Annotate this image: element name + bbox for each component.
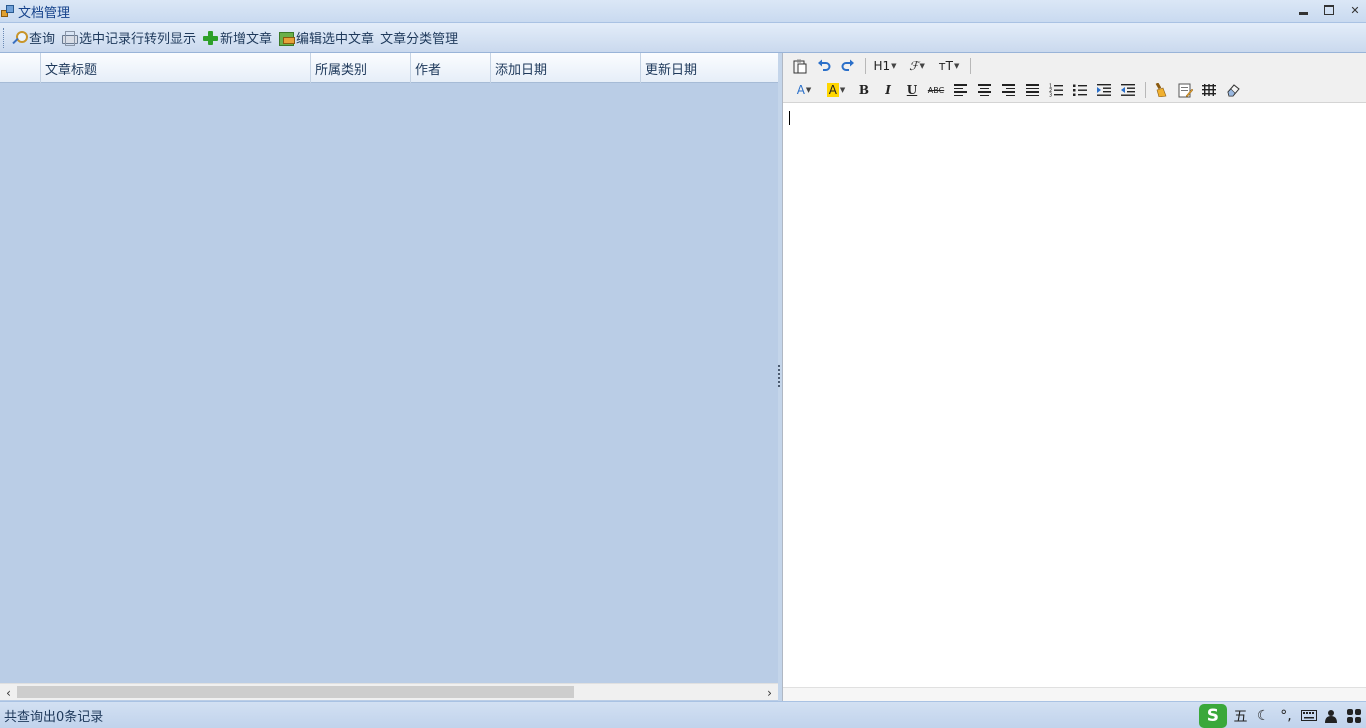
- editor-content-area[interactable]: [783, 103, 1366, 687]
- edit-selected-button[interactable]: 编辑选中文章: [276, 26, 378, 50]
- table-icon[interactable]: [1198, 79, 1220, 101]
- edit-icon: [278, 30, 296, 46]
- punctuation-icon[interactable]: °,: [1275, 705, 1297, 727]
- printer-icon: [61, 30, 79, 46]
- sogou-logo-icon[interactable]: S: [1199, 703, 1227, 728]
- new-article-label: 新增文章: [220, 32, 273, 47]
- column-header-category[interactable]: 所属类别: [311, 53, 411, 83]
- text-caret: [789, 111, 790, 125]
- edit-selected-label: 编辑选中文章: [296, 32, 375, 47]
- strikethrough-button[interactable]: ABC: [925, 79, 947, 101]
- bold-button[interactable]: B: [853, 79, 875, 101]
- underline-button[interactable]: U: [901, 79, 923, 101]
- half-width-moon-icon[interactable]: ☾: [1252, 705, 1274, 727]
- column-header-updated-date[interactable]: 更新日期: [641, 53, 778, 83]
- plus-icon: [202, 30, 219, 46]
- editor-bottom-bar: [783, 687, 1366, 701]
- heading-label: H1: [873, 59, 891, 73]
- toolbar-separator: [865, 58, 866, 74]
- outdent-icon[interactable]: [1117, 79, 1139, 101]
- soft-keyboard-icon[interactable]: [1298, 705, 1320, 727]
- html-source-icon[interactable]: [1174, 79, 1196, 101]
- unordered-list-icon[interactable]: [1069, 79, 1091, 101]
- horizontal-scrollbar[interactable]: ‹ ›: [0, 683, 778, 700]
- main-toolbar: 查询 选中记录行转列显示 新增文章 编辑选中文章 文章分类管理: [0, 22, 1366, 53]
- underline-icon: U: [906, 83, 918, 97]
- eraser-icon[interactable]: [1222, 79, 1244, 101]
- svg-text:3: 3: [1049, 93, 1052, 98]
- query-button[interactable]: 查询: [9, 26, 59, 50]
- font-color-dropdown[interactable]: A ▼: [789, 79, 819, 101]
- close-button[interactable]: ✕: [1346, 2, 1364, 18]
- align-left-icon[interactable]: [949, 79, 971, 101]
- toolbar-separator: [970, 58, 971, 74]
- align-center-icon[interactable]: [973, 79, 995, 101]
- rich-text-editor: H1 ▼ ℱ ▼ ᴛT ▼ A ▼ A ▼ B I U ABC 123: [782, 53, 1366, 701]
- column-header-added-date[interactable]: 添加日期: [491, 53, 641, 83]
- italic-icon: I: [885, 83, 891, 97]
- scroll-left-icon[interactable]: ‹: [0, 684, 17, 701]
- bold-icon: B: [858, 83, 870, 97]
- toolbox-grid-icon[interactable]: [1343, 705, 1365, 727]
- category-manage-button[interactable]: 文章分类管理: [378, 26, 462, 50]
- ordered-list-icon[interactable]: 123: [1045, 79, 1067, 101]
- font-size-label: ᴛT: [938, 59, 953, 73]
- ime-mode-label[interactable]: 五: [1230, 705, 1252, 727]
- strikethrough-icon: ABC: [927, 85, 945, 95]
- column-header-author[interactable]: 作者: [411, 53, 491, 83]
- toolbar-grip[interactable]: [3, 27, 6, 48]
- paste-icon[interactable]: [789, 55, 811, 77]
- minimize-button[interactable]: [1294, 2, 1312, 18]
- ime-toolbar: S 五 ☾ °,: [1199, 702, 1366, 728]
- font-family-dropdown[interactable]: ℱ ▼: [902, 55, 932, 77]
- toolbar-separator: [1145, 82, 1146, 98]
- align-right-icon[interactable]: [997, 79, 1019, 101]
- justify-icon[interactable]: [1021, 79, 1043, 101]
- font-size-dropdown[interactable]: ᴛT ▼: [934, 55, 964, 77]
- window-title: 文档管理: [18, 5, 71, 21]
- query-label: 查询: [29, 32, 56, 47]
- column-header-title[interactable]: 文章标题: [41, 53, 311, 83]
- scrollbar-thumb[interactable]: [17, 686, 574, 698]
- grid-header: 文章标题 所属类别 作者 添加日期 更新日期: [0, 53, 778, 83]
- row-header-column[interactable]: [0, 53, 41, 83]
- transpose-rows-button[interactable]: 选中记录行转列显示: [59, 26, 200, 50]
- format-brush-icon[interactable]: [1150, 79, 1172, 101]
- category-manage-label: 文章分类管理: [380, 32, 459, 47]
- indent-icon[interactable]: [1093, 79, 1115, 101]
- search-icon: [11, 30, 28, 46]
- heading-dropdown[interactable]: H1 ▼: [870, 55, 900, 77]
- italic-button[interactable]: I: [877, 79, 899, 101]
- scroll-right-icon[interactable]: ›: [761, 684, 778, 701]
- new-article-button[interactable]: 新增文章: [200, 26, 276, 50]
- article-grid[interactable]: 文章标题 所属类别 作者 添加日期 更新日期 ‹ ›: [0, 53, 778, 701]
- transpose-label: 选中记录行转列显示: [79, 32, 197, 47]
- redo-icon[interactable]: [837, 55, 859, 77]
- undo-icon[interactable]: [813, 55, 835, 77]
- title-bar: 文档管理 ✕: [0, 0, 1366, 22]
- highlight-color-dropdown[interactable]: A ▼: [821, 79, 851, 101]
- font-color-icon: A: [796, 83, 805, 97]
- status-bar: 共查询出0条记录 S 五 ☾ °,: [0, 701, 1366, 728]
- highlight-icon: A: [826, 83, 839, 97]
- user-icon[interactable]: [1321, 705, 1343, 727]
- maximize-button[interactable]: [1320, 2, 1338, 18]
- font-family-label: ℱ: [909, 59, 919, 73]
- record-count-status: 共查询出0条记录: [4, 709, 104, 725]
- app-icon: [1, 4, 15, 18]
- editor-toolbar: H1 ▼ ℱ ▼ ᴛT ▼ A ▼ A ▼ B I U ABC 123: [783, 53, 1366, 103]
